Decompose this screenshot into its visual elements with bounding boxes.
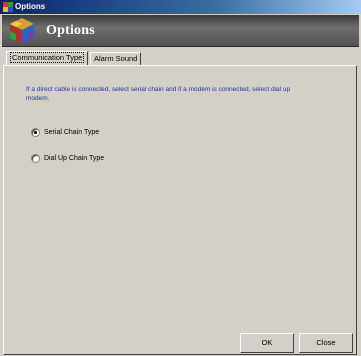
ok-button[interactable]: OK [240,333,294,353]
cube-logo-icon [10,18,34,44]
radio-unselected-icon [31,153,40,163]
radio-label: Serial Chain Type [44,128,100,136]
radio-dial-up-chain-type[interactable]: Dial Up Chain Type [31,153,104,163]
description-text: If a direct cable is connected, select s… [26,86,291,102]
radio-serial-chain-type[interactable]: Serial Chain Type [31,127,99,137]
radio-label: Dial Up Chain Type [44,154,105,162]
header-title: Options [46,23,95,38]
tab-communication-type[interactable]: Communication Type [6,51,89,65]
close-button[interactable]: Close [299,333,353,353]
header-banner: Options [2,15,359,47]
tab-panel [3,65,357,355]
tab-label: Alarm Sound [94,54,138,63]
tab-label: Communication Type [10,52,85,63]
options-window: Options Options Communication Type Alarm… [0,0,361,356]
title-bar[interactable]: Options [0,0,361,14]
window-title: Options [15,2,46,11]
tab-alarm-sound[interactable]: Alarm Sound [90,52,142,65]
app-icon [3,2,13,12]
radio-selected-icon [31,127,40,137]
